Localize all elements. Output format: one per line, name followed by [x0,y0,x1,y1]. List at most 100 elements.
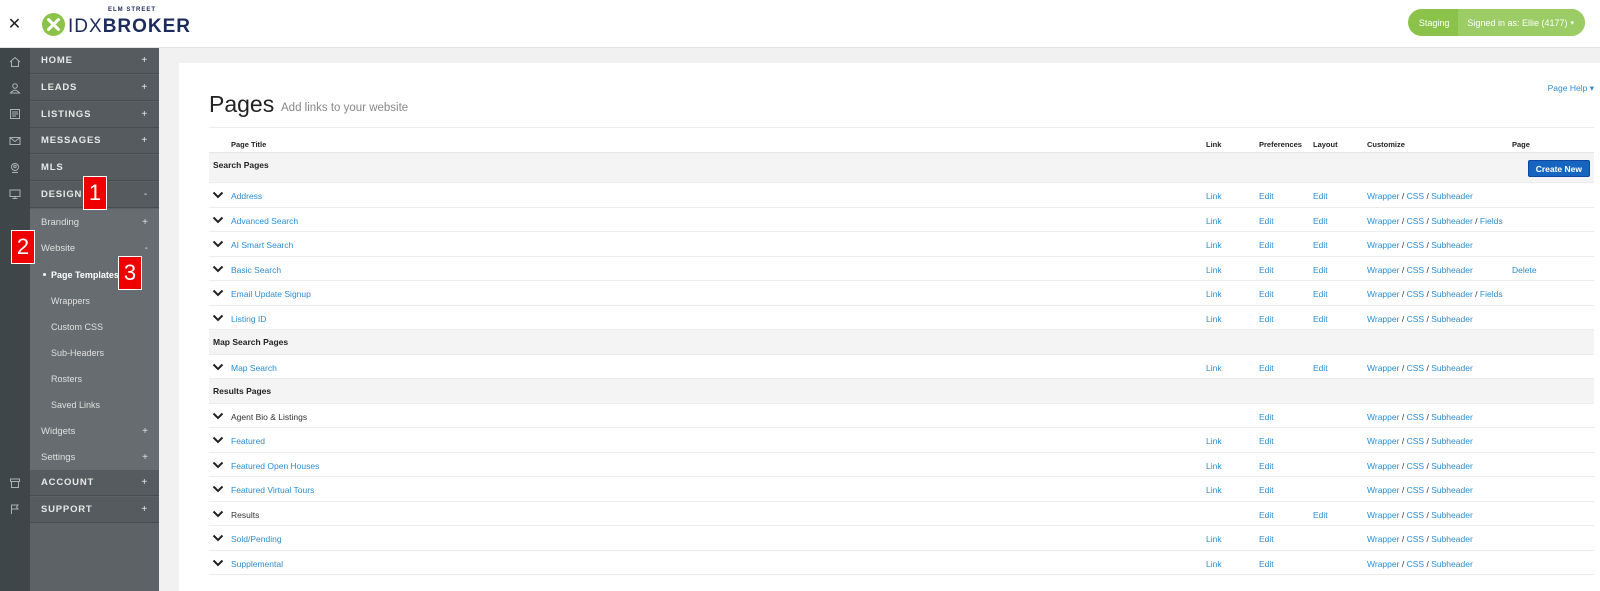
page-title-link[interactable]: Basic Search [231,265,281,275]
wrapper-link[interactable]: Wrapper [1367,559,1399,569]
expand-chevron-icon[interactable] [212,533,224,543]
page-title-link[interactable]: Featured Open Houses [231,461,319,471]
css-link[interactable]: CSS [1407,534,1424,544]
create-new-button[interactable]: Create New [1527,160,1590,177]
css-link[interactable]: CSS [1407,363,1424,373]
css-link[interactable]: CSS [1407,191,1424,201]
link-link[interactable]: Link [1206,436,1222,446]
close-icon[interactable]: ✕ [0,0,29,48]
environment-account-pill[interactable]: Staging Signed in as: Ellie (4177) ▾ [1407,9,1585,36]
wrapper-link[interactable]: Wrapper [1367,216,1399,226]
subheader-link[interactable]: Subheader [1431,216,1473,226]
flag-icon[interactable] [8,502,22,516]
preferences-edit-link[interactable]: Edit [1259,485,1274,495]
wrapper-link[interactable]: Wrapper [1367,363,1399,373]
delete-page-link[interactable]: Delete [1512,265,1537,275]
css-link[interactable]: CSS [1407,436,1424,446]
sidebar-item-branding[interactable]: Branding + [30,209,159,235]
expand-chevron-icon[interactable] [212,215,224,225]
wrapper-link[interactable]: Wrapper [1367,289,1399,299]
expand-chevron-icon[interactable] [212,313,224,323]
link-link[interactable]: Link [1206,289,1222,299]
link-link[interactable]: Link [1206,314,1222,324]
subheader-link[interactable]: Subheader [1431,265,1473,275]
link-link[interactable]: Link [1206,240,1222,250]
expand-chevron-icon[interactable] [212,435,224,445]
layout-edit-link[interactable]: Edit [1313,191,1328,201]
expand-chevron-icon[interactable] [212,509,224,519]
preferences-edit-link[interactable]: Edit [1259,559,1274,569]
page-title-link[interactable]: Address [231,191,262,201]
page-title-link[interactable]: Email Update Signup [231,289,311,299]
subheader-link[interactable]: Subheader [1431,461,1473,471]
subheader-link[interactable]: Subheader [1431,559,1473,569]
subheader-link[interactable]: Subheader [1431,485,1473,495]
page-help-link[interactable]: Page Help ▾ [1548,83,1594,94]
mls-icon[interactable] [8,161,22,175]
preferences-edit-link[interactable]: Edit [1259,461,1274,471]
sidebar-item-wrappers[interactable]: Wrappers [30,288,159,314]
css-link[interactable]: CSS [1407,265,1424,275]
link-link[interactable]: Link [1206,265,1222,275]
wrapper-link[interactable]: Wrapper [1367,461,1399,471]
expand-chevron-icon[interactable] [212,411,224,421]
wrapper-link[interactable]: Wrapper [1367,412,1399,422]
fields-link[interactable]: Fields [1480,216,1503,226]
sidebar-item-support[interactable]: SUPPORT + [30,497,159,523]
mail-icon[interactable] [8,134,22,148]
layout-edit-link[interactable]: Edit [1313,289,1328,299]
wrapper-link[interactable]: Wrapper [1367,265,1399,275]
layout-edit-link[interactable]: Edit [1313,510,1328,520]
css-link[interactable]: CSS [1407,289,1424,299]
page-title-link[interactable]: AI Smart Search [231,240,293,250]
expand-chevron-icon[interactable] [212,264,224,274]
preferences-edit-link[interactable]: Edit [1259,510,1274,520]
sidebar-item-home[interactable]: HOME + [30,48,159,74]
sidebar-item-account[interactable]: ACCOUNT + [30,470,159,496]
layout-edit-link[interactable]: Edit [1313,240,1328,250]
sidebar-item-settings[interactable]: Settings + [30,444,159,470]
preferences-edit-link[interactable]: Edit [1259,534,1274,544]
preferences-edit-link[interactable]: Edit [1259,436,1274,446]
css-link[interactable]: CSS [1407,240,1424,250]
layout-edit-link[interactable]: Edit [1313,363,1328,373]
page-title-link[interactable]: Advanced Search [231,216,298,226]
wrapper-link[interactable]: Wrapper [1367,534,1399,544]
subheader-link[interactable]: Subheader [1431,240,1473,250]
subheader-link[interactable]: Subheader [1431,191,1473,201]
wrapper-link[interactable]: Wrapper [1367,436,1399,446]
css-link[interactable]: CSS [1407,510,1424,520]
monitor-icon[interactable] [8,187,22,201]
signed-in-dropdown[interactable]: Signed in as: Ellie (4177) ▾ [1458,9,1585,36]
preferences-edit-link[interactable]: Edit [1259,265,1274,275]
subheader-link[interactable]: Subheader [1431,436,1473,446]
link-link[interactable]: Link [1206,485,1222,495]
sidebar-item-custom-css[interactable]: Custom CSS [30,314,159,340]
wrapper-link[interactable]: Wrapper [1367,314,1399,324]
link-link[interactable]: Link [1206,191,1222,201]
layout-edit-link[interactable]: Edit [1313,314,1328,324]
subheader-link[interactable]: Subheader [1431,412,1473,422]
link-link[interactable]: Link [1206,363,1222,373]
preferences-edit-link[interactable]: Edit [1259,216,1274,226]
page-title-link[interactable]: Featured [231,436,265,446]
css-link[interactable]: CSS [1407,485,1424,495]
expand-chevron-icon[interactable] [212,288,224,298]
sidebar-item-listings[interactable]: LISTINGS + [30,102,159,128]
sidebar-item-leads[interactable]: LEADS + [30,75,159,101]
wrapper-link[interactable]: Wrapper [1367,240,1399,250]
wrapper-link[interactable]: Wrapper [1367,485,1399,495]
listings-icon[interactable] [8,107,22,121]
link-link[interactable]: Link [1206,216,1222,226]
preferences-edit-link[interactable]: Edit [1259,240,1274,250]
expand-chevron-icon[interactable] [212,460,224,470]
wrapper-link[interactable]: Wrapper [1367,191,1399,201]
subheader-link[interactable]: Subheader [1431,534,1473,544]
subheader-link[interactable]: Subheader [1431,363,1473,373]
sidebar-item-saved-links[interactable]: Saved Links [30,392,159,418]
css-link[interactable]: CSS [1407,216,1424,226]
expand-chevron-icon[interactable] [212,362,224,372]
sidebar-item-sub-headers[interactable]: Sub-Headers [30,340,159,366]
expand-chevron-icon[interactable] [212,190,224,200]
css-link[interactable]: CSS [1407,461,1424,471]
